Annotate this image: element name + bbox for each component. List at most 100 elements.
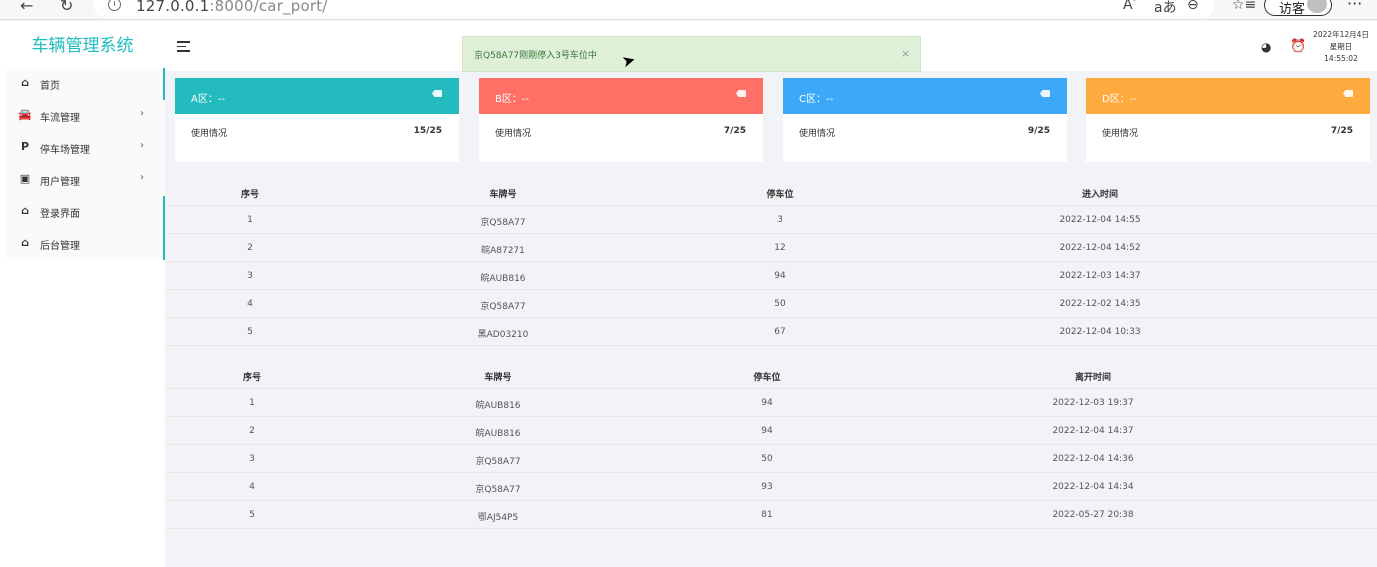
url-host: 127.0.0.1 (136, 0, 210, 15)
reload-icon[interactable]: ↻ (60, 0, 73, 15)
cell-time: 2022-12-04 14:37 (1052, 426, 1134, 436)
cell-plate: 皖AUB816 (480, 274, 526, 284)
sidebar-item-label: 后台管理 (40, 241, 80, 252)
alarm-clock-icon[interactable]: ⏰ (1290, 39, 1306, 54)
cell-space: 94 (761, 398, 773, 408)
zoom-icon[interactable]: ⊖ (1187, 0, 1199, 13)
profile-button[interactable]: 访客 (1264, 0, 1332, 17)
cell-space: 94 (774, 271, 786, 281)
zone-card-d: D区：-- 使用情况 7/25 (1086, 78, 1370, 162)
chevron-right-icon: › (140, 172, 144, 183)
sidebar-item-home[interactable]: ⌂ 首页 (6, 68, 165, 100)
close-icon[interactable]: × (901, 47, 910, 60)
sidebar-menu: ⌂ 首页 🚘 车流管理 › P 停车场管理 › ▣ 用户管理 › ⌂ 登录界面 … (6, 68, 165, 260)
table-row: 5 鄂AJ54P5 81 2022-05-27 20:38 (165, 501, 1377, 529)
zone-title: C区：-- (799, 94, 834, 105)
back-arrow-icon[interactable]: ← (20, 0, 33, 15)
zone-usage-value: 7/25 (723, 126, 746, 136)
cell-index: 4 (247, 299, 253, 309)
column-header: 停车位 (753, 373, 781, 383)
home-icon: ⌂ (21, 236, 29, 249)
zone-card-b: B区：-- 使用情况 7/25 (479, 78, 763, 162)
info-icon[interactable]: i (108, 0, 121, 11)
cell-index: 2 (249, 426, 255, 436)
table-row: 2 皖AUB816 94 2022-12-04 14:37 (165, 417, 1377, 445)
table-row: 4 京Q58A77 93 2022-12-04 14:34 (165, 473, 1377, 501)
exit-records-table: 序号 车牌号 停车位 离开时间 1 皖AUB816 94 2022-12-03 … (165, 361, 1377, 529)
sidebar-item-login[interactable]: ⌂ 登录界面 (6, 196, 165, 228)
cell-space: 93 (761, 482, 773, 492)
cell-index: 3 (249, 454, 255, 464)
cell-space: 81 (761, 510, 773, 520)
palette-icon[interactable]: ◕ (1261, 40, 1271, 54)
tag-icon (432, 90, 442, 97)
cell-space: 3 (777, 215, 783, 225)
cell-index: 3 (247, 271, 253, 281)
url-text: 127.0.0.1:8000/car_port/ (136, 0, 328, 15)
zone-usage-label: 使用情况 (191, 129, 228, 139)
zone-usage-value: 9/25 (1027, 126, 1050, 136)
sidebar-item-label: 用户管理 (40, 177, 80, 188)
column-header: 序号 (240, 190, 259, 200)
cell-time: 2022-12-04 14:34 (1052, 482, 1134, 492)
read-aloud-icon[interactable]: Aⁿ (1123, 0, 1135, 13)
address-bar[interactable]: i 127.0.0.1:8000/car_port/ (94, 0, 1214, 18)
table-row: 4 京Q58A77 50 2022-12-02 14:35 (165, 290, 1377, 318)
cell-index: 5 (249, 510, 255, 520)
table-row: 5 黑AD03210 67 2022-12-04 10:33 (165, 318, 1377, 346)
zone-card-a: A区：-- 使用情况 15/25 (175, 78, 459, 162)
cell-time: 2022-12-04 14:55 (1059, 215, 1141, 225)
cell-time: 2022-12-03 19:37 (1052, 398, 1134, 408)
sidebar-item-parking[interactable]: P 停车场管理 › (6, 132, 165, 164)
sidebar-item-traffic[interactable]: 🚘 车流管理 › (6, 100, 165, 132)
translate-icon[interactable]: aあ (1154, 0, 1177, 17)
cell-index: 1 (247, 215, 253, 225)
cell-space: 12 (774, 243, 786, 253)
column-header: 进入时间 (1081, 190, 1118, 200)
browser-toolbar: ← ↻ i 127.0.0.1:8000/car_port/ Aⁿ aあ ⊖ ☆… (0, 0, 1377, 20)
clock-time: 14:55:02 (1324, 54, 1358, 63)
column-header: 停车位 (766, 190, 794, 200)
zone-usage-label: 使用情况 (495, 129, 532, 139)
home-icon: ⌂ (21, 76, 29, 89)
zone-card-c: C区：-- 使用情况 9/25 (783, 78, 1067, 162)
tag-icon (736, 90, 746, 97)
sidebar-item-admin[interactable]: ⌂ 后台管理 (6, 228, 165, 260)
chevron-right-icon: › (140, 108, 144, 119)
more-icon[interactable]: ··· (1347, 0, 1362, 13)
cell-plate: 京Q58A77 (475, 485, 521, 495)
brand-title[interactable]: 车辆管理系统 (0, 31, 165, 56)
entry-records-table: 序号 车牌号 停车位 进入时间 1 京Q58A77 3 2022-12-04 1… (165, 178, 1377, 346)
column-header: 车牌号 (489, 190, 517, 200)
guest-label: 访客 (1279, 2, 1306, 17)
tag-icon (1343, 90, 1353, 97)
table-header-row: 序号 车牌号 停车位 进入时间 (165, 178, 1377, 206)
zone-usage-value: 7/25 (1330, 126, 1353, 136)
favorites-icon[interactable]: ☆≡ (1232, 0, 1256, 13)
table-row: 3 京Q58A77 50 2022-12-04 14:36 (165, 445, 1377, 473)
cell-plate: 皖AUB816 (475, 429, 521, 439)
cell-plate: 皖AUB816 (475, 401, 521, 411)
cell-plate: 京Q58A77 (480, 302, 526, 312)
sidebar-item-label: 首页 (40, 81, 60, 92)
table-row: 3 皖AUB816 94 2022-12-03 14:37 (165, 262, 1377, 290)
cell-plate: 京Q58A77 (480, 218, 526, 228)
cell-plate: 鄂AJ54P5 (477, 513, 519, 523)
column-header: 车牌号 (484, 373, 512, 383)
notification-toast: 京Q58A77刚刚停入3号车位中 × (462, 36, 921, 72)
sidebar-item-users[interactable]: ▣ 用户管理 › (6, 164, 165, 196)
user-card-icon: ▣ (19, 172, 31, 185)
sidebar-item-label: 登录界面 (40, 209, 80, 220)
clock-weekday: 星期日 (1329, 42, 1353, 51)
cell-space: 50 (761, 454, 773, 464)
car-icon: 🚘 (18, 108, 32, 121)
menu-toggle-icon[interactable] (177, 41, 190, 55)
clock: 2022年12月4日 星期日 14:55:02 (1306, 29, 1376, 65)
column-header: 序号 (242, 373, 261, 383)
cell-space: 67 (774, 327, 786, 337)
cell-time: 2022-12-03 14:37 (1059, 271, 1141, 281)
avatar (1307, 0, 1327, 13)
zone-title: B区：-- (495, 94, 530, 105)
table-row: 2 皖A87271 12 2022-12-04 14:52 (165, 234, 1377, 262)
cell-index: 5 (247, 327, 253, 337)
